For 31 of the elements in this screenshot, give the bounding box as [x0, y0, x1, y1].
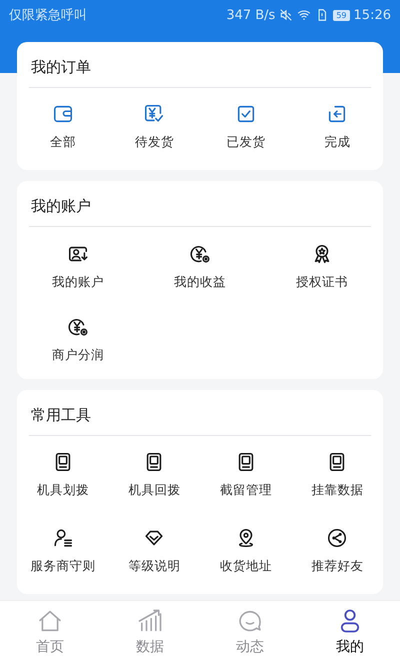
section-title: 我的账户: [30, 196, 92, 217]
menu-item[interactable]: 全部: [17, 88, 108, 164]
menu-item[interactable]: 待发货: [108, 88, 200, 164]
menu-item[interactable]: 推荐好友: [292, 512, 383, 588]
nav-tab[interactable]: 我的: [300, 601, 400, 666]
person-list-icon: [52, 527, 74, 549]
section-title: 常用工具: [30, 405, 92, 426]
menu-item[interactable]: 等级说明: [108, 512, 200, 588]
menu-item[interactable]: 授权证书: [261, 227, 383, 300]
menu-item[interactable]: 挂靠数据: [292, 436, 383, 512]
section-title: 我的订单: [30, 57, 92, 78]
share-icon: [326, 527, 348, 549]
menu-item[interactable]: 截留管理: [200, 436, 292, 512]
battery-icon: 59: [333, 10, 350, 20]
carrier-text: 仅限紧急呼叫: [9, 7, 87, 24]
yen-coin-icon: [189, 243, 211, 265]
wifi-icon: [297, 8, 312, 22]
wallet-icon: [52, 103, 74, 125]
menu-item[interactable]: 商户分润: [17, 300, 139, 373]
clock-time: 15:26: [354, 8, 391, 22]
mute-icon: [279, 8, 294, 22]
network-speed: 347 B/s: [226, 8, 276, 22]
menu-item[interactable]: 已发货: [200, 88, 292, 164]
menu-item[interactable]: 服务商守则: [17, 512, 108, 588]
menu-item[interactable]: 完成: [292, 88, 383, 164]
menu-item[interactable]: 收货地址: [200, 512, 292, 588]
menu-item[interactable]: 我的账户: [17, 227, 139, 300]
menu-item[interactable]: 我的收益: [139, 227, 261, 300]
menu-item[interactable]: 机具划拨: [17, 436, 108, 512]
yen-coin-icon: [67, 316, 89, 338]
menu-item[interactable]: 机具回拨: [108, 436, 200, 512]
